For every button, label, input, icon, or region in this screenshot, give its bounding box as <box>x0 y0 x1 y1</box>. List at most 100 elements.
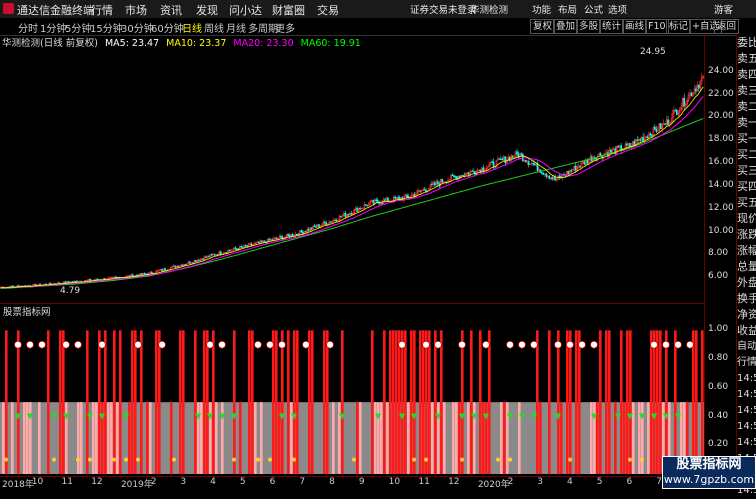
menu-item-discover[interactable]: 发现 <box>196 2 218 18</box>
candle-body <box>246 245 248 247</box>
buy-signal-marker <box>26 340 34 349</box>
indicator-bar-low <box>260 402 263 474</box>
candle-body <box>570 170 573 172</box>
indicator-figure-marker <box>232 457 236 462</box>
candle-body <box>551 177 554 180</box>
indicator-bar-high <box>248 330 251 474</box>
period-tab-multi[interactable]: 多周期 <box>248 20 278 35</box>
period-tab-monthly[interactable]: 月线 <box>226 20 246 35</box>
indicator-bar-low <box>647 402 650 474</box>
menu-item-layout[interactable]: 布局 <box>558 2 577 16</box>
candle-body <box>194 260 197 263</box>
price-tick-label: 10.00 <box>708 225 734 236</box>
date-axis-label: 3 <box>180 477 187 487</box>
indicator-figure-marker <box>292 457 296 462</box>
period-tab-weekly[interactable]: 周线 <box>204 20 224 35</box>
adjust-button[interactable]: 复权 <box>530 19 556 34</box>
price-tick-label: 6.00 <box>708 271 729 282</box>
date-axis-label: 10 <box>388 477 401 487</box>
price-tick-label: 22.00 <box>708 88 734 99</box>
candle-body <box>516 151 518 155</box>
indicator-bar-low <box>437 402 440 474</box>
indicator-bar-high <box>113 330 116 474</box>
candle-body <box>128 275 131 277</box>
buy-signal-marker <box>458 340 466 349</box>
candle-body <box>211 254 213 256</box>
candle-body <box>690 92 693 97</box>
guest-label[interactable]: 游客 <box>714 2 733 16</box>
indicator-bar-low <box>107 402 110 474</box>
indicator-chart[interactable] <box>0 314 704 476</box>
indicator-bar-low <box>467 402 470 474</box>
candle-body <box>347 214 350 216</box>
candle-body <box>574 165 577 171</box>
candle-body <box>654 126 656 130</box>
price-tick-label: 16.00 <box>708 157 734 168</box>
price-chart[interactable]: 24.95 4.79 <box>0 46 704 303</box>
candle-body <box>436 181 439 184</box>
period-tab-60min[interactable]: 60分钟 <box>151 20 184 35</box>
menu-item-options[interactable]: 选项 <box>608 2 627 16</box>
indicator-bar-high <box>140 330 143 474</box>
app-logo-icon <box>3 3 14 14</box>
menu-item-ask[interactable]: 问小达 <box>229 2 262 18</box>
date-axis-label: 3 <box>537 477 544 487</box>
menu-item-formula[interactable]: 公式 <box>584 2 603 16</box>
buy-signal-marker <box>566 340 574 349</box>
period-tab-5min[interactable]: 5分钟 <box>65 20 91 35</box>
indicator-figure-marker <box>412 457 416 462</box>
menu-item-trade[interactable]: 交易 <box>317 2 339 18</box>
candle-body <box>372 200 375 204</box>
candle-body <box>541 172 543 174</box>
indicator-bar-mid <box>623 402 626 474</box>
candle-body <box>325 222 328 226</box>
indicator-bar-high <box>308 330 311 474</box>
indicator-bar-mid <box>485 402 488 474</box>
period-tab-timeline[interactable]: 分时 <box>18 20 38 35</box>
menu-item-news[interactable]: 资讯 <box>160 2 182 18</box>
period-tab-30min[interactable]: 30分钟 <box>121 20 154 35</box>
candle-body <box>318 224 320 228</box>
indicator-bar-low <box>209 402 212 474</box>
indicator-bar-mid <box>239 402 242 474</box>
indicator-bar-high <box>194 330 197 474</box>
candle-body <box>659 123 662 130</box>
buy-signal-marker <box>686 340 694 349</box>
candle-body <box>212 254 215 256</box>
indicator-bar-high <box>59 330 62 474</box>
candle-body <box>548 175 551 179</box>
indicator-figure-marker <box>52 457 56 462</box>
login-notice[interactable]: 证券交易未登录 <box>410 2 477 16</box>
menu-item-function[interactable]: 功能 <box>532 2 551 16</box>
indicator-bar-low <box>452 402 455 474</box>
buy-signal-marker <box>590 340 598 349</box>
indicator-bar-high <box>212 330 215 474</box>
date-axis-label: 11 <box>61 477 73 487</box>
date-axis-label: 4 <box>567 477 573 487</box>
indicator-bar-low <box>290 402 293 474</box>
app-title: 通达信金融终端 <box>17 4 94 17</box>
candle-body <box>150 271 153 274</box>
menu-item-market[interactable]: 市场 <box>125 2 147 18</box>
period-tab-1min[interactable]: 1分钟 <box>40 20 66 35</box>
candle-body <box>633 141 636 146</box>
candle-body <box>532 163 534 165</box>
candle-body <box>554 176 556 181</box>
period-tab-15min[interactable]: 15分钟 <box>90 20 123 35</box>
indicator-bar-mid <box>596 402 599 474</box>
mark-button[interactable]: 标记 <box>666 19 692 34</box>
overlay-button[interactable]: 叠加 <box>553 19 579 34</box>
statistics-button[interactable]: 统计 <box>599 19 625 34</box>
back-button[interactable]: 返回 <box>714 19 740 34</box>
period-tab-more[interactable]: 更多 <box>275 20 295 35</box>
indicator-figure-marker <box>352 457 356 462</box>
multi-stock-button[interactable]: 多股 <box>576 19 602 34</box>
candle-body <box>542 172 545 175</box>
indicator-bar-mid <box>128 402 131 474</box>
menu-item-wealth[interactable]: 财富圈 <box>272 2 305 18</box>
menu-item-quotes[interactable]: 行情 <box>91 2 113 18</box>
period-tab-daily[interactable]: 日线 <box>182 20 202 35</box>
site-watermark[interactable]: 股票指标网 www.7gpzb.com <box>662 456 756 489</box>
draw-line-button[interactable]: 画线 <box>622 19 648 34</box>
candle-body <box>67 281 70 283</box>
